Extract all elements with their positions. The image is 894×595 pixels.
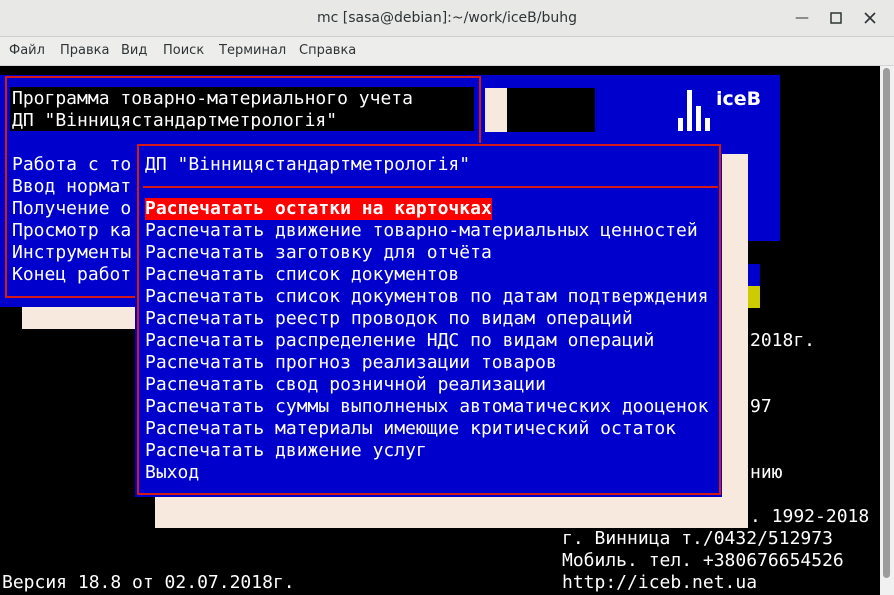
close-icon[interactable] [860, 8, 880, 28]
menu-search[interactable]: Поиск [163, 37, 204, 65]
title-bar: mc [sasa@debian]:~/work/iceB/buhg — [0, 0, 894, 37]
status-block-blue [748, 264, 760, 286]
header-line1: Программа товарно-материального учета [12, 88, 413, 109]
scrollbar-thumb[interactable] [883, 68, 890, 578]
popup-menu-item[interactable]: Распечатать список документов [145, 264, 459, 286]
popup-menu-item[interactable]: Распечатать реестр проводок по видам опе… [145, 308, 633, 330]
logo-bars-icon [678, 90, 710, 131]
logo-text: iceB [716, 88, 762, 110]
popup-menu-item[interactable]: Распечатать заготовку для отчёта [145, 242, 492, 264]
bg-text: нию [750, 462, 783, 483]
header-cream-block [485, 88, 507, 132]
popup-divider [143, 186, 718, 188]
menu-file[interactable]: Файл [9, 37, 45, 65]
bg-text: 97 [750, 396, 772, 417]
iceb-logo: iceB [676, 88, 761, 132]
status-block-yellow [748, 286, 760, 308]
back-menu-item[interactable]: Ввод нормат [12, 176, 131, 198]
menu-shadow [22, 307, 136, 329]
menu-bar: Файл Правка Вид Поиск Терминал Справка [0, 37, 894, 66]
popup-shadow-right [722, 154, 748, 528]
menu-edit[interactable]: Правка [60, 37, 109, 65]
bg-text: 2018г. [750, 330, 816, 351]
popup-menu-item[interactable]: Выход [145, 462, 199, 484]
header-line2: ДП "Вінницястандартметрологія" [12, 110, 338, 131]
popup-menu-item[interactable]: Распечатать список документов по датам п… [145, 286, 709, 308]
contact-url: http://iceb.net.ua [562, 572, 758, 593]
contact-mobile: Мобиль. тел. +380676654526 [562, 550, 844, 571]
bg-text: . 1992-2018 [750, 506, 870, 527]
header-black-block [507, 88, 595, 132]
popup-shadow-bottom [155, 497, 748, 528]
popup-menu-item[interactable]: Распечатать суммы выполненых автоматичес… [145, 396, 709, 418]
minimize-icon[interactable]: — [792, 8, 812, 28]
contact-phone: г. Винница т./0432/512973 [562, 528, 833, 549]
popup-menu-item[interactable]: Распечатать распределение НДС по видам о… [145, 330, 654, 352]
maximize-icon[interactable] [826, 8, 846, 28]
popup-menu-item[interactable]: Распечатать материалы имеющие критически… [145, 418, 676, 440]
version-text: Версия 18.8 от 02.07.2018г. [2, 572, 295, 593]
menu-terminal[interactable]: Терминал [219, 37, 286, 65]
popup-menu-item[interactable]: Распечатать движение услуг [145, 440, 427, 462]
menu-help[interactable]: Справка [299, 37, 356, 65]
window-title: mc [sasa@debian]:~/work/iceB/buhg [317, 10, 577, 26]
back-menu-item[interactable]: Конец работ [12, 264, 131, 286]
popup-menu-item[interactable]: Распечатать прогноз реализации товаров [145, 352, 557, 374]
popup-menu-item[interactable]: Распечатать движение товарно-материальны… [145, 220, 698, 242]
back-menu-item[interactable]: Инструменты [12, 242, 131, 264]
back-menu-item[interactable]: Получение о [12, 198, 131, 220]
scrollbar[interactable] [880, 66, 894, 595]
menu-view[interactable]: Вид [121, 37, 147, 65]
popup-menu-item[interactable]: Распечатать свод розничной реализации [145, 374, 546, 396]
back-menu-item[interactable]: Работа с то [12, 154, 131, 176]
back-menu-item[interactable]: Просмотр ка [12, 220, 131, 242]
popup-title: ДП "Вінницястандартметрологія" [145, 154, 471, 175]
popup-menu-item[interactable]: Распечатать остатки на карточках [145, 198, 492, 220]
